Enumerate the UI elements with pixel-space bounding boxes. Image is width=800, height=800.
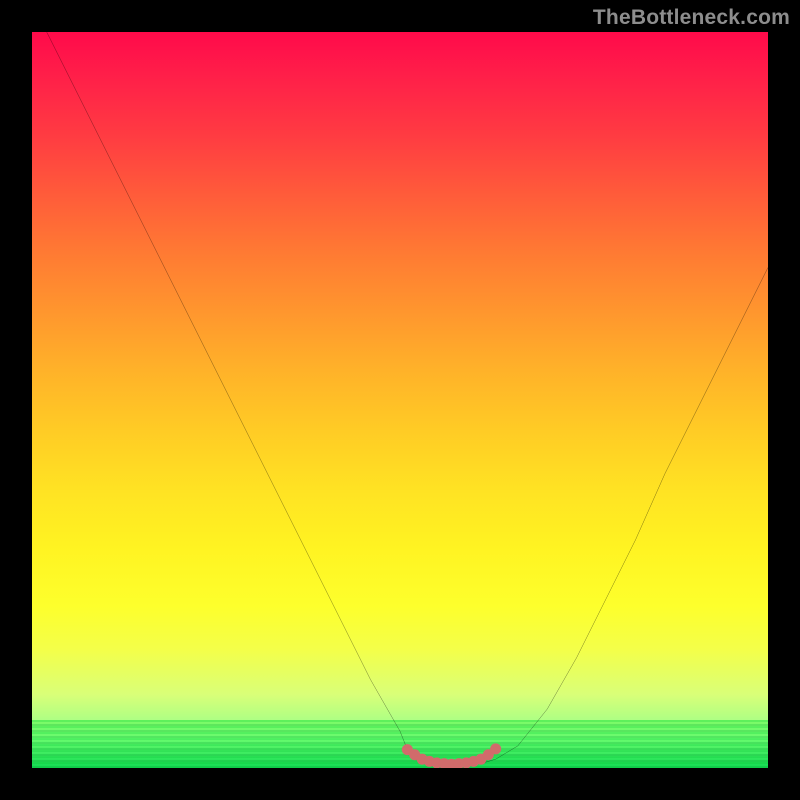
flat-marker-band — [402, 743, 501, 768]
flat-marker-dot — [490, 743, 501, 754]
curve-layer — [32, 32, 768, 768]
plot-area — [32, 32, 768, 768]
watermark-text: TheBottleneck.com — [593, 6, 790, 30]
bottleneck-curve — [47, 32, 768, 764]
chart-frame: TheBottleneck.com — [0, 0, 800, 800]
